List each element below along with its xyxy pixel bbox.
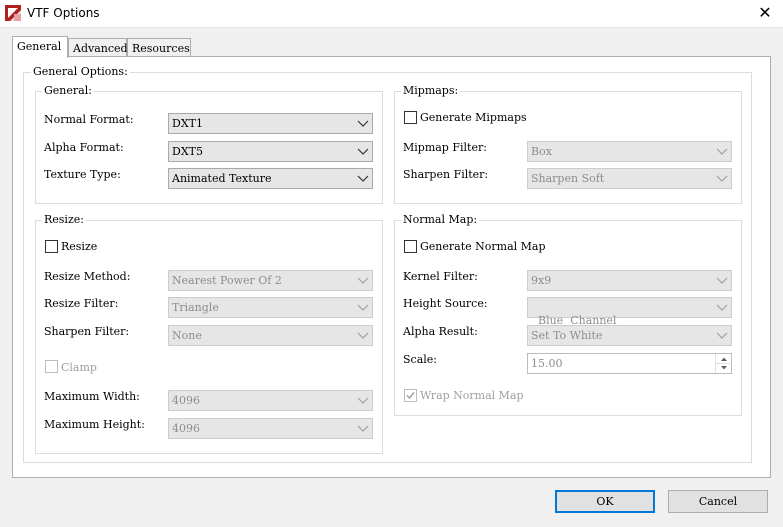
kernel-filter-dropdown[interactable]: 9x9 — [527, 270, 732, 291]
normal-format-dropdown[interactable]: DXT1 — [168, 113, 373, 134]
max-width-value: 4096 — [172, 394, 200, 407]
alpha-format-dropdown[interactable]: DXT5 — [168, 141, 373, 162]
cancel-button[interactable]: Cancel — [668, 490, 768, 513]
kernel-filter-value: 9x9 — [531, 274, 552, 287]
resize-sharpen-filter-value: None — [172, 329, 202, 342]
chevron-down-icon — [357, 302, 369, 312]
alpha-format-value: DXT5 — [172, 145, 203, 158]
wrap-normal-map-checkbox[interactable] — [404, 389, 417, 402]
spin-down-icon — [721, 366, 727, 370]
chevron-down-icon — [716, 275, 728, 285]
max-height-dropdown[interactable]: 4096 — [168, 418, 373, 439]
max-width-dropdown[interactable]: 4096 — [168, 390, 373, 411]
scale-label: Scale: — [403, 353, 437, 366]
max-height-label: Maximum Height: — [44, 418, 145, 431]
mipmap-sharpen-filter-dropdown[interactable]: Sharpen Soft — [527, 168, 732, 189]
tab-advanced[interactable]: Advanced — [68, 38, 128, 58]
general-group-title: General: — [42, 84, 94, 97]
resize-method-dropdown[interactable]: Nearest Power Of 2 — [168, 270, 373, 291]
resize-filter-value: Triangle — [172, 301, 219, 314]
title-bar: VTF Options ✕ — [0, 0, 783, 28]
clamp-label[interactable]: Clamp — [61, 361, 97, 374]
scale-value: 15.00 — [531, 357, 563, 370]
max-width-label: Maximum Width: — [44, 390, 140, 403]
resize-method-value: Nearest Power Of 2 — [172, 274, 282, 287]
chevron-down-icon — [716, 302, 728, 312]
texture-type-label: Texture Type: — [44, 168, 121, 181]
ok-button[interactable]: OK — [555, 490, 655, 513]
chevron-down-icon — [357, 275, 369, 285]
scale-spinbox[interactable]: 15.00 — [527, 353, 732, 374]
scale-spin-buttons[interactable] — [715, 354, 732, 373]
alpha-result-dropdown[interactable]: Set To White — [527, 325, 732, 346]
general-options-title: General Options: — [31, 65, 130, 78]
chevron-down-icon — [357, 395, 369, 405]
alpha-result-value: Set To White — [531, 329, 603, 342]
clamp-checkbox[interactable] — [45, 360, 58, 373]
resize-method-label: Resize Method: — [44, 270, 131, 283]
mipmap-filter-dropdown[interactable]: Box — [527, 141, 732, 162]
chevron-down-icon — [716, 330, 728, 340]
generate-mipmaps-label[interactable]: Generate Mipmaps — [420, 111, 527, 124]
kernel-filter-label: Kernel Filter: — [403, 270, 478, 283]
generate-mipmaps-checkbox[interactable] — [404, 111, 417, 124]
alpha-result-label: Alpha Result: — [403, 325, 478, 338]
mipmap-sharpen-filter-value: Sharpen Soft — [531, 172, 605, 185]
normal-format-value: DXT1 — [172, 117, 203, 130]
normal-map-group-title: Normal Map: — [401, 213, 480, 226]
resize-filter-label: Resize Filter: — [44, 297, 119, 310]
resize-label[interactable]: Resize — [61, 240, 97, 253]
resize-filter-dropdown[interactable]: Triangle — [168, 297, 373, 318]
max-height-value: 4096 — [172, 422, 200, 435]
mipmap-filter-label: Mipmap Filter: — [403, 141, 487, 154]
resize-sharpen-filter-label: Sharpen Filter: — [44, 325, 130, 338]
chevron-down-icon — [716, 146, 728, 156]
generate-normal-map-label[interactable]: Generate Normal Map — [420, 240, 546, 253]
alpha-format-label: Alpha Format: — [44, 141, 124, 154]
chevron-down-icon — [357, 330, 369, 340]
checkmark-icon — [406, 392, 415, 400]
wrap-normal-map-label[interactable]: Wrap Normal Map — [420, 389, 524, 402]
height-source-dropdown[interactable]: Blue Channel — [527, 297, 732, 327]
generate-normal-map-checkbox[interactable] — [404, 240, 417, 253]
tab-general[interactable]: General — [12, 36, 68, 58]
mipmap-sharpen-filter-label: Sharpen Filter: — [403, 168, 489, 181]
tab-resources[interactable]: Resources — [127, 38, 191, 58]
normal-format-label: Normal Format: — [44, 113, 134, 126]
close-icon[interactable]: ✕ — [750, 2, 780, 24]
window-title: VTF Options — [27, 6, 100, 20]
chevron-down-icon — [357, 146, 369, 156]
resize-group-title: Resize: — [42, 213, 86, 226]
chevron-down-icon — [357, 118, 369, 128]
texture-type-value: Animated Texture — [172, 172, 272, 185]
resize-checkbox[interactable] — [45, 240, 58, 253]
chevron-down-icon — [357, 173, 369, 183]
height-source-label: Height Source: — [403, 297, 488, 310]
mipmap-filter-value: Box — [531, 145, 552, 158]
resize-sharpen-filter-dropdown[interactable]: None — [168, 325, 373, 346]
chevron-down-icon — [357, 423, 369, 433]
vtf-app-icon — [5, 5, 21, 21]
spin-up-icon — [721, 357, 727, 361]
chevron-down-icon — [716, 173, 728, 183]
mipmaps-group-title: Mipmaps: — [401, 84, 461, 97]
texture-type-dropdown[interactable]: Animated Texture — [168, 168, 373, 189]
